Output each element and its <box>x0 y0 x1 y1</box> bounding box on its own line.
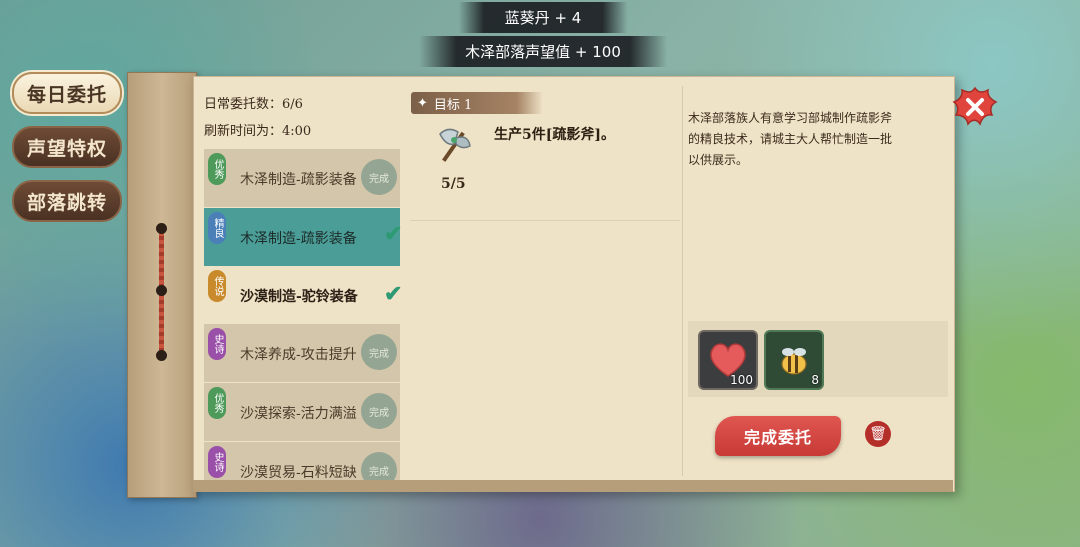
panel-divider <box>682 86 683 476</box>
check-icon: ✔ <box>384 221 403 247</box>
quest-item[interactable]: 传说 沙漠制造-驼铃装备 <box>204 266 400 324</box>
quest-item[interactable]: 史诗 木泽养成-攻击提升 完成 <box>204 324 400 382</box>
tab-daily-commission[interactable]: 每日委托 <box>12 72 122 114</box>
reward-slot[interactable]: 100 <box>698 330 758 390</box>
rope-knot <box>156 285 167 296</box>
rope-knot <box>156 223 167 234</box>
complete-commission-button[interactable]: 完成委托 <box>715 416 841 456</box>
grade-badge: 优秀 <box>208 387 226 419</box>
completed-stamp: 完成 <box>361 393 397 429</box>
goal-tab: ✦ 目标 1 <box>411 92 543 114</box>
quest-item[interactable]: 史诗 沙漠贸易-石料短缺 完成 <box>204 442 400 480</box>
grade-badge: 优秀 <box>208 153 226 185</box>
check-icon: ✔ <box>384 281 403 307</box>
grade-badge: 史诗 <box>208 446 226 478</box>
quest-item[interactable]: 优秀 木泽制造-疏影装备 完成 <box>204 149 400 207</box>
reward-toast-item: 蓝葵丹 + 4 <box>458 2 628 33</box>
quest-title: 沙漠制造-驼铃装备 <box>240 289 358 305</box>
tab-reputation-privilege[interactable]: 声望特权 <box>12 126 122 168</box>
reward-toast-reputation: 木泽部落声望值 + 100 <box>419 36 667 67</box>
reward-count: 8 <box>811 373 819 387</box>
completed-stamp: 完成 <box>361 452 397 480</box>
goal-text: 生产5件[疏影斧]。 <box>494 127 615 143</box>
axe-icon <box>439 128 471 162</box>
quest-title: 木泽制造-疏影装备 <box>240 231 357 247</box>
grade-badge: 传说 <box>208 270 226 302</box>
tab-tribe-jump[interactable]: 部落跳转 <box>12 180 122 222</box>
close-icon[interactable] <box>952 84 998 130</box>
refresh-time-text: 刷新时间为：4:00 <box>204 124 312 139</box>
grade-badge: 史诗 <box>208 328 226 360</box>
star-icon: ✦ <box>417 95 428 111</box>
quest-item-selected[interactable]: 精良 木泽制造-疏影装备 <box>204 208 400 266</box>
rope-knot <box>156 350 167 361</box>
daily-count-text: 日常委托数：6/6 <box>204 97 303 112</box>
goal-progress: 5/5 <box>441 176 466 192</box>
reward-count: 100 <box>730 373 753 387</box>
grade-badge: 精良 <box>208 212 226 244</box>
trash-icon[interactable]: 🗑 <box>865 421 891 447</box>
completed-stamp: 完成 <box>361 334 397 370</box>
quest-item[interactable]: 优秀 沙漠探索-活力满溢 完成 <box>204 383 400 441</box>
goal-tab-label: 目标 1 <box>433 97 473 113</box>
reward-slot[interactable]: 8 <box>764 330 824 390</box>
scroll-roller <box>127 72 197 498</box>
quest-description: 木泽部落族人有意学习部城制作疏影斧的精良技术，请城主大人帮忙制造一批以供展示。 <box>688 111 893 167</box>
scroll-bottom-edge <box>193 480 953 492</box>
completed-stamp: 完成 <box>361 159 397 195</box>
